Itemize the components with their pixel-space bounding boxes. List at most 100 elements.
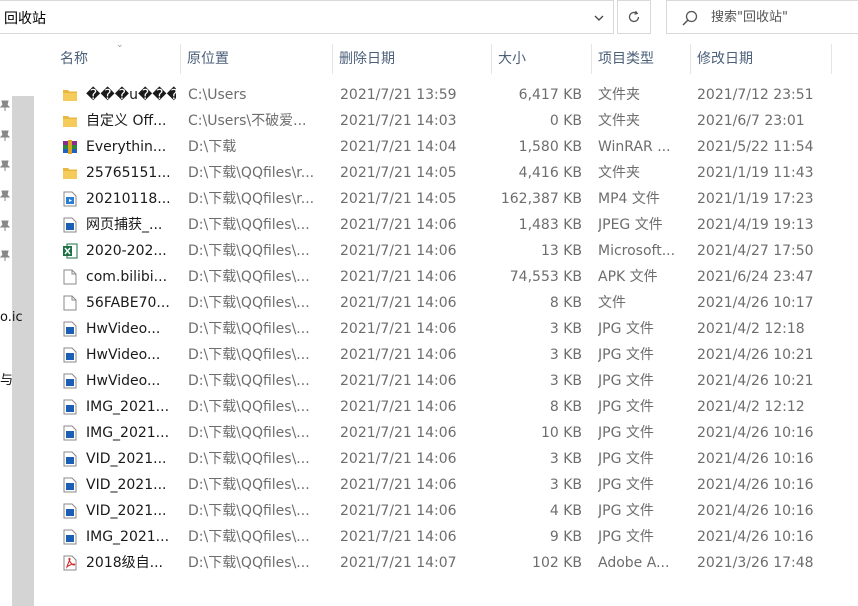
file-size: 1,483 KB: [518, 217, 582, 233]
file-row[interactable]: com.bilibi... D:\下载\QQfiles\... 2021/7/21 …: [48, 264, 858, 290]
file-name[interactable]: 25765151...: [86, 160, 176, 186]
file-name[interactable]: HwVideo...: [86, 316, 176, 342]
pin-icon: [0, 250, 10, 261]
date-modified: 2021/1/19 11:43: [697, 165, 814, 181]
address-path[interactable]: 回收站: [4, 8, 46, 28]
file-row[interactable]: HwVideo... D:\下载\QQfiles\... 2021/7/21 14:…: [48, 342, 858, 368]
file-name[interactable]: com.bilibi...: [86, 264, 176, 290]
nav-scrollbar-thumb[interactable]: [12, 96, 34, 606]
date-deleted: 2021/7/21 14:04: [340, 139, 457, 155]
file-row[interactable]: IMG_2021... D:\下载\QQfiles\... 2021/7/21 14…: [48, 420, 858, 446]
file-row[interactable]: 25765151... D:\下载\QQfiles\r... 2021/7/21 1…: [48, 160, 858, 186]
item-type: 文件: [598, 295, 626, 311]
file-size: 10 KB: [540, 425, 582, 441]
address-bar[interactable]: 回收站: [0, 0, 614, 34]
address-history-button[interactable]: [584, 1, 614, 35]
pin-icon: [0, 100, 10, 111]
image-icon: [60, 212, 80, 238]
file-size: 4 KB: [549, 503, 582, 519]
date-deleted: 2021/7/21 14:06: [340, 451, 457, 467]
file-name[interactable]: 2020-202...: [86, 238, 176, 264]
file-row[interactable]: 2020-202... D:\下载\QQfiles\... 2021/7/21 14…: [48, 238, 858, 264]
original-location: D:\下载\QQfiles\r...: [188, 191, 315, 207]
file-name[interactable]: VID_2021...: [86, 472, 176, 498]
pdf-icon: [60, 550, 80, 576]
file-row[interactable]: HwVideo... D:\下载\QQfiles\... 2021/7/21 14:…: [48, 368, 858, 394]
item-type: APK 文件: [598, 269, 658, 285]
date-deleted: 2021/7/21 14:06: [340, 399, 457, 415]
file-row[interactable]: VID_2021... D:\下载\QQfiles\... 2021/7/21 14…: [48, 498, 858, 524]
file-row[interactable]: Everythin... D:\下载 2021/7/21 14:04 1,580 KB…: [48, 134, 858, 160]
item-type: JPG 文件: [598, 477, 654, 493]
file-name[interactable]: HwVideo...: [86, 342, 176, 368]
file-name[interactable]: HwVideo...: [86, 368, 176, 394]
column-location-header[interactable]: 原位置: [181, 44, 332, 74]
file-name[interactable]: IMG_2021...: [86, 524, 176, 550]
date-deleted: 2021/7/21 14:05: [340, 191, 457, 207]
file-row[interactable]: 自定义 Off... C:\Users\不破爱... 2021/7/21 14:03…: [48, 108, 858, 134]
file-name[interactable]: VID_2021...: [86, 498, 176, 524]
file-size: 8 KB: [549, 295, 582, 311]
file-name[interactable]: 自定义 Off...: [86, 108, 176, 134]
file-size: 1,580 KB: [518, 139, 582, 155]
file-size: 13 KB: [540, 243, 582, 259]
file-row[interactable]: 网页捕获_... D:\下载\QQfiles\... 2021/7/21 14:06…: [48, 212, 858, 238]
file-icon: [60, 290, 80, 316]
file-size: 3 KB: [549, 451, 582, 467]
date-modified: 2021/4/26 10:16: [697, 425, 814, 441]
original-location: D:\下载: [188, 139, 237, 155]
column-divider[interactable]: [831, 44, 832, 74]
nav-item-fragment[interactable]: o.ic: [0, 310, 23, 325]
column-name-header[interactable]: 名称: [54, 44, 180, 74]
image-icon: [60, 446, 80, 472]
item-type: Adobe A...: [598, 555, 670, 571]
item-type: MP4 文件: [598, 191, 660, 207]
item-type: 文件夹: [598, 113, 640, 129]
pin-icon: [0, 190, 10, 201]
file-row[interactable]: 56FABE70... D:\下载\QQfiles\... 2021/7/21 14…: [48, 290, 858, 316]
file-name[interactable]: 网页捕获_...: [86, 212, 176, 238]
file-name[interactable]: IMG_2021...: [86, 420, 176, 446]
item-type: JPG 文件: [598, 399, 654, 415]
nav-item-fragment[interactable]: 与: [0, 369, 17, 388]
file-name[interactable]: ���u���: [86, 82, 176, 108]
column-type-header[interactable]: 项目类型: [592, 44, 690, 74]
original-location: D:\下载\QQfiles\...: [188, 451, 310, 467]
file-name[interactable]: 2018级自...: [86, 550, 176, 576]
file-row[interactable]: VID_2021... D:\下载\QQfiles\... 2021/7/21 14…: [48, 472, 858, 498]
file-name[interactable]: Everythin...: [86, 134, 176, 160]
original-location: D:\下载\QQfiles\...: [188, 243, 310, 259]
column-deleted-header[interactable]: 删除日期: [333, 44, 491, 74]
file-row[interactable]: IMG_2021... D:\下载\QQfiles\... 2021/7/21 14…: [48, 394, 858, 420]
item-type: WinRAR ...: [598, 139, 671, 155]
file-row[interactable]: VID_2021... D:\下载\QQfiles\... 2021/7/21 14…: [48, 446, 858, 472]
file-row[interactable]: HwVideo... D:\下载\QQfiles\... 2021/7/21 14:…: [48, 316, 858, 342]
file-size: 6,417 KB: [518, 87, 582, 103]
file-row[interactable]: 20210118... D:\下载\QQfiles\r... 2021/7/21 1…: [48, 186, 858, 212]
file-name[interactable]: 20210118...: [86, 186, 176, 212]
file-row[interactable]: 2018级自... D:\下载\QQfiles\... 2021/7/21 14:0…: [48, 550, 858, 576]
date-modified: 2021/4/26 10:16: [697, 477, 814, 493]
item-type: 文件夹: [598, 165, 640, 181]
file-size: 8 KB: [549, 399, 582, 415]
file-size: 74,553 KB: [509, 269, 582, 285]
original-location: D:\下载\QQfiles\...: [188, 529, 310, 545]
file-name[interactable]: VID_2021...: [86, 446, 176, 472]
item-type: JPEG 文件: [598, 217, 663, 233]
image-icon: [60, 342, 80, 368]
search-input[interactable]: [711, 7, 851, 27]
file-size: 162,387 KB: [500, 191, 582, 207]
column-modified-header[interactable]: 修改日期: [691, 44, 831, 74]
image-icon: [60, 498, 80, 524]
file-name[interactable]: IMG_2021...: [86, 394, 176, 420]
file-size: 0 KB: [549, 113, 582, 129]
column-size-header[interactable]: 大小: [492, 44, 591, 74]
file-name[interactable]: 56FABE70...: [86, 290, 176, 316]
refresh-button[interactable]: [617, 0, 651, 34]
original-location: C:\Users: [188, 87, 247, 103]
file-row[interactable]: IMG_2021... D:\下载\QQfiles\... 2021/7/21 14…: [48, 524, 858, 550]
date-modified: 2021/6/24 23:47: [697, 269, 814, 285]
search-box[interactable]: [666, 0, 858, 34]
file-row[interactable]: ���u��� C:\Users 2021/7/21 13:59 6,417 KB 文件…: [48, 82, 858, 108]
date-modified: 2021/6/7 23:01: [697, 113, 805, 129]
